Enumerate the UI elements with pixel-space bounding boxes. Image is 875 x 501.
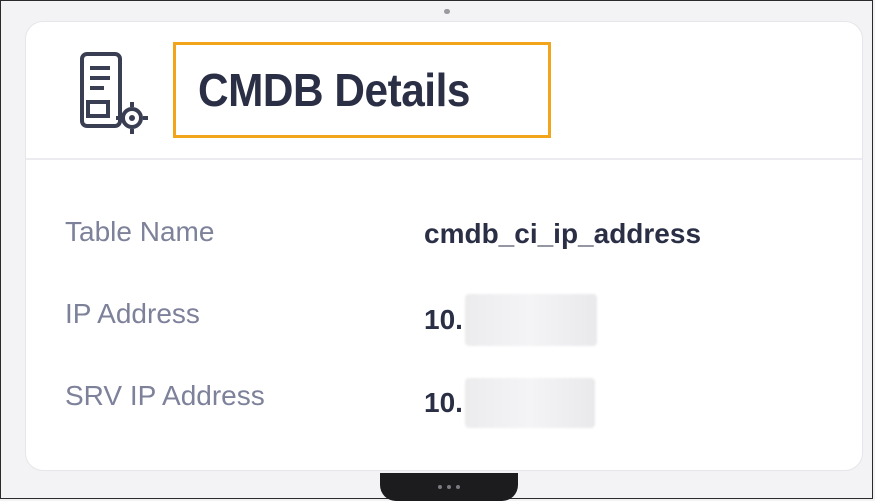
detail-label: Table Name — [65, 216, 215, 247]
detail-row-table-name: Table Name cmdb_ci_ip_address — [26, 214, 862, 258]
bottom-handle[interactable] — [380, 473, 518, 501]
detail-value: 10. — [424, 304, 463, 335]
detail-label: SRV IP Address — [65, 380, 265, 411]
detail-value-srv-ip[interactable]: 10. — [424, 378, 595, 428]
cmdb-details-card: CMDB Details Table Name cmdb_ci_ip_addre… — [25, 21, 863, 471]
redacted-block — [464, 294, 597, 346]
card-header: CMDB Details — [26, 22, 862, 160]
title-highlight: CMDB Details — [173, 42, 551, 138]
drag-indicator — [444, 9, 450, 14]
detail-row-srv-ip-address: SRV IP Address 10. — [26, 376, 862, 428]
detail-value[interactable]: cmdb_ci_ip_address — [424, 218, 701, 250]
detail-value: 10. — [424, 387, 463, 418]
detail-value-ip[interactable]: 10. — [424, 294, 597, 346]
card-title: CMDB Details — [198, 64, 470, 116]
window-frame: CMDB Details Table Name cmdb_ci_ip_addre… — [0, 0, 873, 501]
redacted-block — [464, 378, 595, 428]
detail-row-ip-address: IP Address 10. — [26, 294, 862, 346]
detail-label: IP Address — [65, 298, 200, 329]
handle-dots-icon — [438, 485, 460, 489]
server-settings-icon — [80, 52, 148, 134]
